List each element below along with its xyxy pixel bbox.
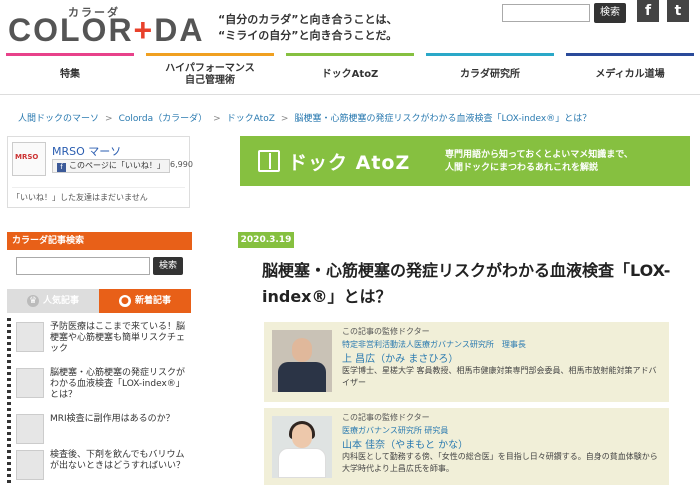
doctor-bio: 医学博士、星槎大学 客員教授、相馬市健康対策専門部会委員、相馬市放射能対策アドバ… [342,366,657,387]
main-nav: 特集 ハイパフォーマンス 自己管理術 ドックAtoZ カラダ研究所 メディカル道… [0,53,700,95]
supervising-doctor-card: この記事の監修ドクター 特定非営利活動法人医療ガバナンス研究所 理事長 上 昌広… [264,322,669,402]
nav-bar-medical-dojo [566,53,694,56]
doctor-photo [272,416,332,478]
facebook-page-box: MRSO MRSO マーソ f このページに「いいね！」 6,990 「いいね！」… [7,136,193,208]
banner-description: 専門用語から知っておくとよいマメ知識まで、 人間ドックにまつわるあれこれを解説 [445,150,633,173]
nav-item-medical-dojo[interactable]: メディカル道場 [560,53,700,95]
article-thumbnail [16,368,44,398]
nav-bar-special [6,53,134,56]
header-search-input[interactable] [502,4,590,22]
facebook-like-icon: f [57,163,66,172]
facebook-page-name[interactable]: MRSO マーソ [52,143,121,159]
supervising-doctor-card: この記事の監修ドクター 医療ガバナンス研究所 研究員 山本 佳奈（やまもと かな… [264,408,669,485]
breadcrumb-colorda[interactable]: Colorda（カラーダ） [119,114,208,124]
site-header: カラーダ COLOR+DA “自分のカラダ”と向き合うことは、 “ミライの自分”… [0,0,700,52]
nav-item-special[interactable]: 特集 [0,53,140,95]
breadcrumb: 人間ドックのマーソ > Colorda（カラーダ） > ドックAtoZ > 脳梗塞・心筋梗塞… [18,114,592,124]
sidebar-search-input[interactable] [16,257,150,275]
doctor-organization[interactable]: 特定非営利活動法人医療ガバナンス研究所 理事長 [342,339,526,350]
nav-item-high-performance[interactable]: ハイパフォーマンス 自己管理術 [140,53,280,95]
article-link[interactable]: MRI検査に副作用はあるのか？ [50,414,192,425]
doctor-name[interactable]: 山本 佳奈（やまもと かな） [342,436,468,451]
article-date: 2020.3.19 [238,232,294,248]
doctor-heading: この記事の監修ドクター [342,413,430,422]
nav-bar-karada-lab [426,53,554,56]
doctor-organization[interactable]: 医療ガバナンス研究所 研究員 [342,425,448,436]
new-icon: ● [118,295,131,307]
breadcrumb-home[interactable]: 人間ドックのマーソ [18,114,99,124]
tab-new-articles[interactable]: ● 新着記事 [99,289,191,313]
mrso-thumbnail[interactable]: MRSO [12,142,46,176]
article-thumbnail [16,450,44,480]
banner-title: ドック AtoZ [288,152,411,174]
nav-item-dock-atoz[interactable]: ドックAtoZ [280,53,420,95]
article-link[interactable]: 脳梗塞・心筋梗塞の発症リスクがわかる血液検査「LOX-index®」とは？ [50,368,192,401]
doctor-photo [272,330,332,392]
nav-item-karada-lab[interactable]: カラダ研究所 [420,53,560,95]
article-thumbnail [16,414,44,444]
article-title: 脳梗塞・心筋梗塞の発症リスクがわかる血液検査「LOX-index®」とは？ [262,261,671,306]
site-tagline: “自分のカラダ”と向き合うことは、 “ミライの自分”と向き合うことだ。 [218,13,398,42]
tab-popular-articles[interactable]: ♛ 人気記事 [7,289,99,313]
article-list-rail [7,318,11,485]
sidebar-search-title: カラーダ記事検索 [7,232,192,250]
nav-bar-high-performance [146,53,274,56]
facebook-icon[interactable]: f [637,0,659,22]
list-item[interactable]: 予防医療はここまで来ている！脳梗塞や心筋梗塞も簡単リスクチェック [16,322,192,360]
facebook-like-count: 6,990 [170,160,193,169]
book-icon [258,150,280,172]
article-link[interactable]: 予防医療はここまで来ている！脳梗塞や心筋梗塞も簡単リスクチェック [50,322,192,355]
list-item[interactable]: 検査後、下剤を飲んでもバリウムが出ないときはどうすればいい？ [16,450,192,485]
facebook-friends-note: 「いいね！」した友達はまだいません [12,187,185,203]
twitter-icon[interactable]: t [667,0,689,22]
header-search-button[interactable]: 検索 [594,3,626,23]
doctor-name[interactable]: 上 昌広（かみ まさひろ） [342,350,458,365]
colorda-logo[interactable]: カラーダ COLOR+DA [8,4,218,48]
list-item[interactable]: MRI検査に副作用はあるのか？ [16,414,192,452]
facebook-like-button[interactable]: f このページに「いいね！」 [52,159,170,173]
breadcrumb-dock-atoz[interactable]: ドックAtoZ [227,114,275,124]
dock-atoz-banner: ドック AtoZ 専門用語から知っておくとよいマメ知識まで、 人間ドックにまつわ… [240,136,690,186]
article-link[interactable]: 検査後、下剤を飲んでもバリウムが出ないときはどうすればいい？ [50,450,192,472]
article-thumbnail [16,322,44,352]
sidebar-search-button[interactable]: 検索 [153,257,183,275]
logo-wordmark: COLOR+DA [8,12,205,48]
crown-icon: ♛ [26,295,39,307]
nav-bar-dock-atoz [286,53,414,56]
nav-divider [0,94,700,95]
list-item[interactable]: 脳梗塞・心筋梗塞の発症リスクがわかる血液検査「LOX-index®」とは？ [16,368,192,406]
breadcrumb-current[interactable]: 脳梗塞・心筋梗塞の発症リスクがわかる血液検査「LOX-index®」とは？ [294,114,591,124]
doctor-heading: この記事の監修ドクター [342,327,430,336]
doctor-bio: 内科医として勤務する傍、「女性の総合医」を目指し日々研鑽する。自身の貧血体験から… [342,452,658,473]
